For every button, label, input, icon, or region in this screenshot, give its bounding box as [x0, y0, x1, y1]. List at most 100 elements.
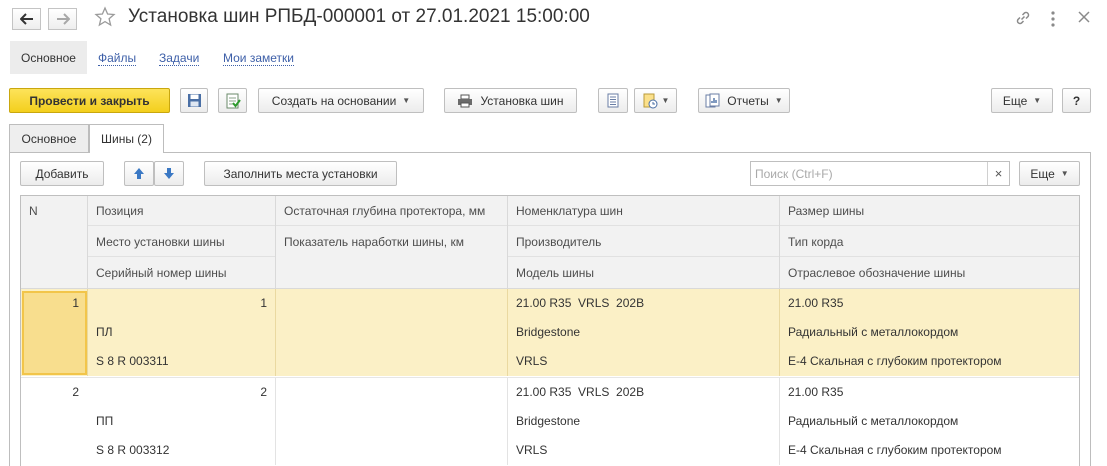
favorite-star-icon[interactable]	[94, 6, 116, 28]
help-label: ?	[1072, 93, 1081, 108]
more-vertical-icon[interactable]	[1048, 10, 1058, 28]
cell-manufacturer[interactable]: Bridgestone	[516, 407, 580, 436]
header-col2[interactable]: Остаточная глубина протектора, мм Показа…	[276, 196, 508, 289]
arrow-right-icon	[56, 13, 70, 25]
chevron-down-icon: ▼	[661, 96, 670, 105]
add-row-button[interactable]: Добавить	[20, 161, 104, 186]
tab-active-gap	[90, 152, 163, 153]
printer-icon	[458, 94, 473, 107]
cell-position[interactable]: 2	[88, 378, 267, 407]
post-document-icon	[226, 93, 241, 108]
cell-model[interactable]: VRLS	[516, 436, 547, 465]
fill-install-places-button[interactable]: Заполнить места установки	[204, 161, 397, 186]
report-icon	[705, 93, 720, 108]
cell-nomenclature[interactable]: 21.00 R35 VRLS 202B	[516, 378, 644, 407]
header-cord: Тип корда	[780, 227, 1079, 257]
header-col3[interactable]: Номенклатура шин Производитель Модель ши…	[508, 196, 780, 289]
tab-panel-border-right	[1090, 152, 1091, 466]
cell-nomenclature[interactable]: 21.00 R35 VRLS 202B	[516, 289, 644, 318]
document-list-icon	[607, 93, 619, 108]
arrow-left-icon	[19, 13, 33, 25]
table-row[interactable]: 2 2 ПП S 8 R 003312 21.00 R35 VRLS 202B …	[21, 377, 1079, 465]
create-based-on-button[interactable]: Создать на основании ▼	[258, 88, 424, 113]
nav-tab-files[interactable]: Файлы	[98, 51, 137, 66]
cell-serial[interactable]: S 8 R 003312	[96, 436, 169, 465]
header-model: Модель шины	[516, 266, 594, 280]
chevron-down-icon: ▼	[1060, 169, 1069, 178]
header-size: Размер шины	[780, 196, 1079, 226]
header-serial: Серийный номер шины	[96, 266, 227, 280]
more-actions-button[interactable]: Еще ▼	[991, 88, 1053, 113]
tire-install-print-label: Установка шин	[480, 93, 564, 108]
header-n[interactable]: N	[21, 196, 88, 289]
header-col4[interactable]: Размер шины Тип корда Отраслевое обознач…	[780, 196, 1079, 289]
cell-install-place[interactable]: ПЛ	[96, 318, 113, 347]
table-row[interactable]: 1 1 ПЛ S 8 R 003311 21.00 R35 VRLS 202B …	[21, 289, 1079, 376]
back-button[interactable]	[12, 8, 41, 30]
table-more-button[interactable]: Еще ▼	[1019, 161, 1080, 186]
cell-cord[interactable]: Радиальный с металлокордом	[788, 407, 958, 436]
clear-search-icon[interactable]: ×	[987, 162, 1009, 185]
reports-button[interactable]: Отчеты ▼	[698, 88, 790, 113]
cell-size[interactable]: 21.00 R35	[788, 289, 843, 318]
tab-main-label: Основное	[21, 131, 77, 146]
search-input[interactable]	[751, 162, 981, 185]
header-col1[interactable]: Позиция Место установки шины Серийный но…	[88, 196, 276, 289]
cell-industry[interactable]: E-4 Скальная с глубоким протектором	[788, 436, 1002, 465]
tab-panel-border-left	[9, 152, 10, 466]
nav-tab-main[interactable]: Основное	[10, 41, 87, 74]
reports-label: Отчеты	[727, 93, 769, 108]
nav-tab-notes[interactable]: Мои заметки	[223, 51, 294, 66]
row-number[interactable]: 2	[21, 378, 79, 407]
document-clock-icon	[643, 93, 658, 108]
floppy-disk-icon	[187, 94, 201, 107]
cell-size[interactable]: 21.00 R35	[788, 378, 843, 407]
move-down-button[interactable]	[154, 161, 184, 186]
cell-manufacturer[interactable]: Bridgestone	[516, 318, 580, 347]
forward-button[interactable]	[48, 8, 77, 30]
tab-panel-border	[9, 152, 1091, 153]
header-position: Позиция	[88, 196, 275, 226]
save-button[interactable]	[180, 88, 208, 113]
tires-table: N Позиция Место установки шины Серийный …	[20, 195, 1080, 466]
cell-install-place[interactable]: ПП	[96, 407, 113, 436]
tab-tires[interactable]: Шины (2)	[89, 124, 164, 153]
page-title: Установка шин РПБД-000001 от 27.01.2021 …	[128, 6, 590, 27]
post-and-close-label: Провести и закрыть	[29, 93, 150, 108]
chevron-down-icon: ▼	[774, 96, 783, 105]
post-button[interactable]	[218, 88, 247, 113]
header-nomenclature: Номенклатура шин	[508, 196, 779, 226]
header-industry: Отраслевое обозначение шины	[788, 266, 966, 280]
attachments-button[interactable]: ▼	[634, 88, 677, 113]
move-up-button[interactable]	[124, 161, 154, 186]
tab-tires-label: Шины (2)	[101, 132, 152, 146]
more-actions-label: Еще	[1002, 93, 1028, 108]
cell-industry[interactable]: E-4 Скальная с глубоким протектором	[788, 347, 1002, 376]
cell-serial[interactable]: S 8 R 003311	[96, 347, 169, 376]
header-install-place: Место установки шины	[88, 227, 275, 257]
create-based-on-label: Создать на основании	[271, 93, 397, 108]
tab-main[interactable]: Основное	[9, 124, 89, 152]
tire-install-print-button[interactable]: Установка шин	[444, 88, 577, 113]
link-icon[interactable]	[1014, 9, 1032, 27]
header-manufacturer: Производитель	[508, 227, 779, 257]
table-more-label: Еще	[1030, 166, 1055, 181]
row-number[interactable]: 1	[21, 289, 79, 318]
chevron-down-icon: ▼	[1033, 96, 1042, 105]
help-button[interactable]: ?	[1062, 88, 1091, 113]
header-n-label: N	[29, 204, 38, 218]
close-icon[interactable]	[1076, 9, 1092, 25]
nav-tab-tasks[interactable]: Задачи	[159, 51, 200, 66]
arrow-up-icon	[134, 168, 144, 179]
arrow-down-icon	[164, 168, 174, 179]
fill-install-places-label: Заполнить места установки	[223, 166, 378, 181]
add-row-label: Добавить	[35, 166, 89, 181]
structure-button[interactable]	[598, 88, 628, 113]
header-tread-depth: Остаточная глубина протектора, мм	[276, 196, 507, 226]
header-mileage: Показатель наработки шины, км	[284, 235, 464, 249]
cell-model[interactable]: VRLS	[516, 347, 547, 376]
search-field: ×	[750, 161, 1010, 186]
post-and-close-button[interactable]: Провести и закрыть	[9, 88, 170, 113]
cell-position[interactable]: 1	[88, 289, 267, 318]
cell-cord[interactable]: Радиальный с металлокордом	[788, 318, 958, 347]
